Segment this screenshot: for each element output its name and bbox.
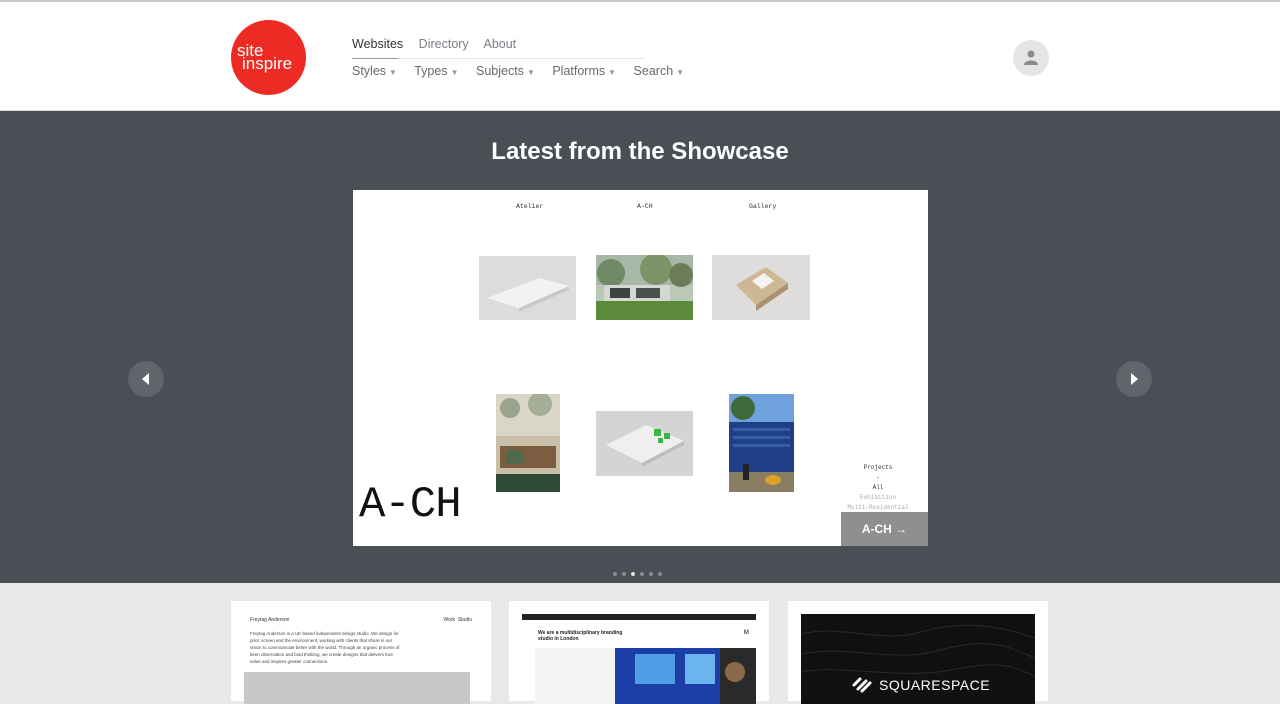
- nav-types[interactable]: Types ▼: [414, 64, 458, 78]
- site-card-freytag-anderson[interactable]: Freytag Anderson Work Studio Freytag And…: [231, 601, 491, 704]
- card-brand-name: SQUARESPACE: [879, 677, 991, 693]
- nav-search-label: Search: [633, 64, 674, 78]
- nav-active-indicator: [352, 58, 398, 59]
- chevron-down-icon: ▼: [389, 68, 397, 77]
- nav-styles-label: Styles: [352, 64, 387, 78]
- project-thumbnail-interior: [496, 394, 560, 492]
- previous-slide-button[interactable]: [128, 361, 164, 397]
- project-thumbnail-pavilion: [729, 394, 794, 492]
- card-headline: We are a multidisciplinary branding stud…: [538, 630, 623, 642]
- card-site-title: Freytag Anderson: [250, 617, 290, 623]
- chevron-down-icon: ▼: [608, 68, 617, 77]
- projects-heading: Projects: [863, 464, 893, 471]
- carousel-dot[interactable]: [613, 572, 617, 576]
- showcase-title: Latest from the Showcase: [491, 138, 789, 165]
- site-header: site inspire Websites Directory About St…: [0, 0, 1280, 111]
- carousel-dot[interactable]: [649, 572, 653, 576]
- nav-subjects-label: Subjects: [475, 64, 524, 78]
- nav-directory[interactable]: Directory: [419, 37, 469, 51]
- chevron-down-icon: ▼: [450, 68, 459, 77]
- card-topbar: [522, 614, 756, 620]
- chevron-down-icon: ▼: [526, 68, 535, 77]
- slide-big-title: A-CH: [359, 480, 462, 530]
- nav-about[interactable]: About: [483, 37, 516, 51]
- carousel-dot-active[interactable]: [631, 572, 635, 576]
- card-preview: We are a multidisciplinary branding stud…: [522, 614, 756, 704]
- carousel-dot[interactable]: [640, 572, 644, 576]
- card-site-links: Work Studio: [443, 617, 472, 623]
- primary-nav: Websites Directory About: [352, 37, 528, 51]
- projects-separator: -: [876, 474, 880, 481]
- nav-styles[interactable]: Styles ▼: [352, 64, 397, 78]
- projects-all: All: [872, 484, 884, 491]
- nav-divider: [352, 58, 645, 59]
- arrow-left-icon: [142, 373, 149, 385]
- carousel-dot[interactable]: [658, 572, 662, 576]
- nav-platforms[interactable]: Platforms ▼: [552, 64, 616, 78]
- squarespace-logo-icon: [852, 677, 872, 693]
- project-thumbnail-model-2: [712, 255, 810, 320]
- carousel-dots: [613, 563, 667, 581]
- card-image: [244, 672, 470, 704]
- slide-nav-gallery: Gallery: [749, 203, 777, 210]
- site-card-squarespace[interactable]: SQUARESPACE: [788, 601, 1048, 704]
- card-link-work: Work: [443, 617, 456, 623]
- showcase-section: Latest from the Showcase Atelier A-CH Ga…: [0, 111, 1280, 583]
- project-thumbnail-house: [596, 255, 693, 320]
- next-slide-button[interactable]: [1116, 361, 1152, 397]
- card-logo-mark: ᴹ: [744, 628, 749, 638]
- slide-projects-menu: Projects - All Exhibition Multi-Resident…: [843, 463, 913, 513]
- nav-types-label: Types: [414, 64, 448, 78]
- slide-nav-ach: A-CH: [637, 203, 653, 210]
- logo-line2: inspire: [242, 54, 293, 73]
- siteinspire-logo[interactable]: site inspire: [231, 20, 306, 95]
- card-preview: SQUARESPACE: [801, 614, 1035, 704]
- arrow-right-icon: [1131, 373, 1138, 385]
- nav-subjects[interactable]: Subjects ▼: [476, 64, 535, 78]
- slide-nav-atelier: Atelier: [516, 203, 544, 210]
- nav-websites[interactable]: Websites: [352, 37, 403, 51]
- card-link-studio: Studio: [457, 617, 472, 623]
- projects-exhibition: Exhibition: [859, 494, 896, 501]
- project-thumbnail-model-3: [596, 411, 693, 476]
- view-site-button[interactable]: A-CH →: [841, 512, 928, 546]
- nav-search[interactable]: Search ▼: [634, 64, 685, 78]
- chevron-down-icon: ▼: [676, 68, 685, 77]
- card-stage-image: [535, 648, 756, 704]
- site-card-branding-studio[interactable]: We are a multidisciplinary branding stud…: [509, 601, 769, 704]
- showcase-slide[interactable]: Atelier A-CH Gallery A-CH Projects - All…: [353, 190, 928, 546]
- card-site-text: Freytag Anderson is a UK based independe…: [250, 631, 400, 664]
- user-icon: [1024, 50, 1038, 65]
- user-account-button[interactable]: [1013, 40, 1049, 76]
- carousel-dot[interactable]: [622, 572, 626, 576]
- project-thumbnail-model-1: [479, 256, 576, 320]
- card-preview: Freytag Anderson Work Studio Freytag And…: [244, 614, 478, 704]
- nav-platforms-label: Platforms: [552, 64, 606, 78]
- secondary-nav: Styles ▼ Types ▼ Subjects ▼ Platforms ▼ Sear…: [352, 64, 698, 78]
